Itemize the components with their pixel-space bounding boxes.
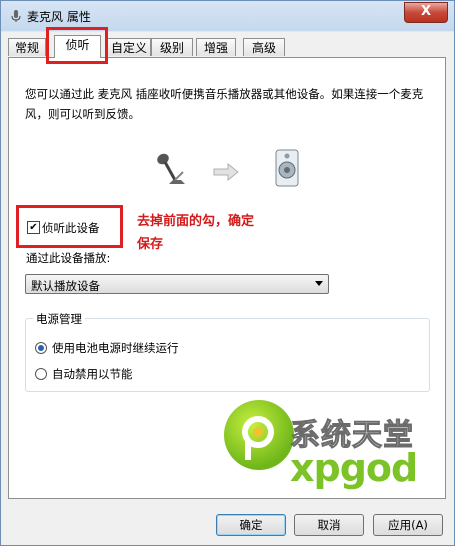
playback-label: 通过此设备播放: (26, 251, 111, 265)
radio-auto-disable[interactable] (35, 368, 47, 380)
tab-label: 常规 (14, 41, 39, 55)
cancel-button-label: 取消 (317, 518, 341, 532)
microphone-icon (11, 10, 21, 22)
chevron-down-icon (315, 281, 323, 286)
apply-button[interactable]: 应用(A) (373, 514, 443, 536)
tab-levels[interactable]: 级别 (151, 38, 193, 56)
tab-general[interactable]: 常规 (8, 38, 46, 56)
annotation-line-2: 保存 (137, 237, 164, 252)
playback-device-value: 默认播放设备 (31, 279, 100, 293)
microphone-device-icon (157, 153, 185, 184)
tab-custom[interactable]: 自定义 (107, 38, 151, 56)
power-management-title: 电源管理 (33, 311, 85, 327)
tab-listen[interactable]: 侦听 (54, 35, 101, 58)
listen-description: 您可以通过此 麦克风 插座收听便携音乐播放器或其他设备。如果连接一个麦克风，则可… (25, 87, 424, 121)
instruction-annotation: 去掉前面的勾，确定 保存 (137, 210, 254, 256)
highlight-checkbox-box (16, 205, 123, 248)
speaker-icon (275, 149, 299, 187)
apply-button-label: 应用(A) (388, 518, 428, 532)
watermark-logo-icon (224, 400, 294, 470)
playback-device-select[interactable]: 默认播放设备 (25, 274, 329, 294)
close-button[interactable]: X (404, 2, 448, 23)
tab-label: 侦听 (65, 38, 90, 52)
window-title: 麦克风 属性 (27, 10, 91, 24)
tab-enhancements[interactable]: 增强 (196, 38, 236, 56)
radio-keep-running[interactable] (35, 342, 47, 354)
radio-keep-running-label[interactable]: 使用电池电源时继续运行 (52, 340, 179, 356)
tab-label: 增强 (203, 41, 228, 55)
radio-auto-disable-label[interactable]: 自动禁用以节能 (52, 366, 133, 382)
logo-emblem-icon (242, 416, 274, 460)
tab-label: 自定义 (110, 41, 147, 55)
tab-label: 级别 (159, 41, 184, 55)
annotation-line-1: 去掉前面的勾，确定 (137, 214, 255, 229)
watermark-text-latin: xpgod (290, 446, 418, 490)
ok-button-label: 确定 (239, 518, 263, 532)
tab-advanced[interactable]: 高级 (243, 38, 285, 56)
arrow-right-icon (213, 163, 239, 181)
cancel-button[interactable]: 取消 (294, 514, 364, 536)
tab-label: 高级 (251, 41, 276, 55)
ok-button[interactable]: 确定 (216, 514, 286, 536)
close-icon: X (420, 4, 432, 19)
